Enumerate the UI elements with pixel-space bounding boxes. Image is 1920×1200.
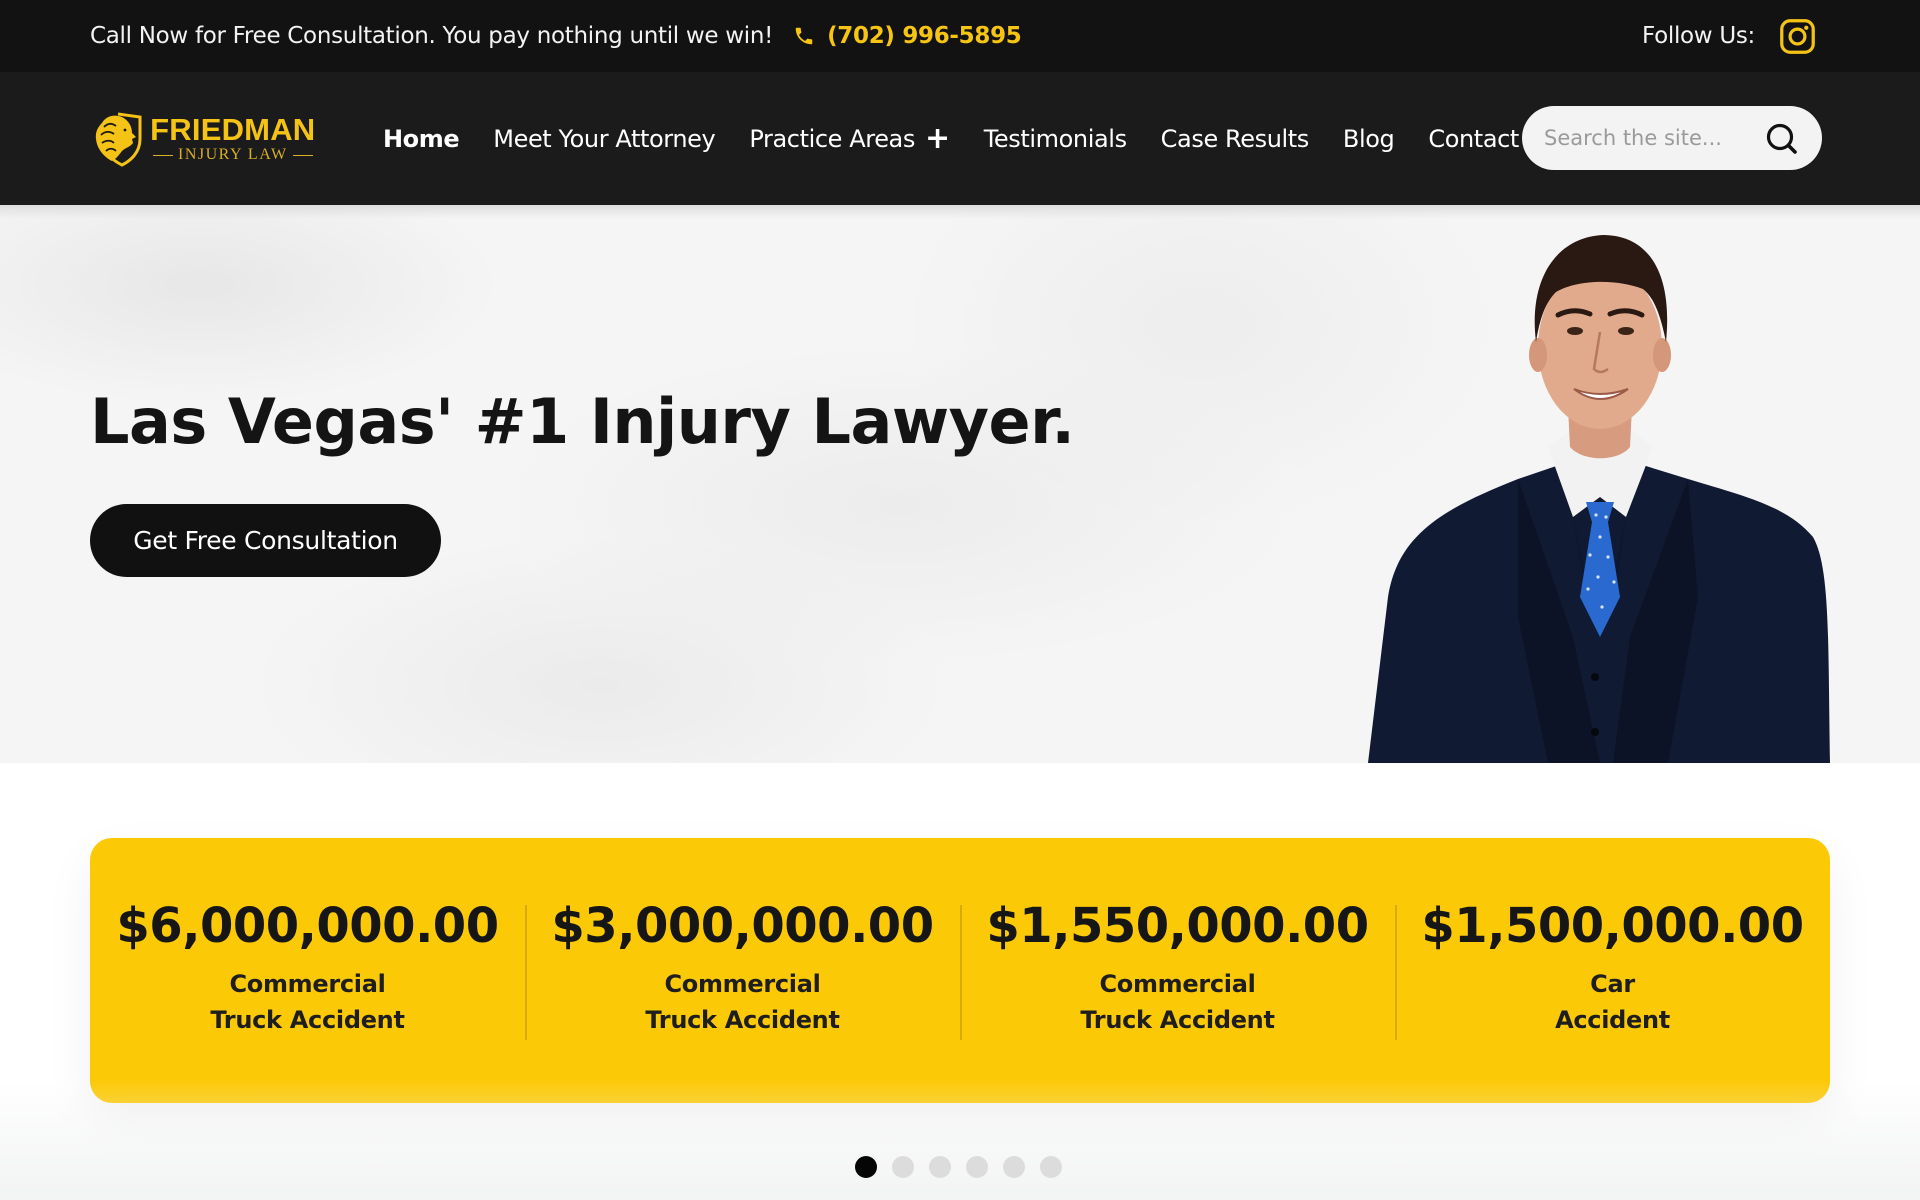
result-case-type-line2: Accident xyxy=(1555,1006,1670,1034)
carousel-dot-3[interactable] xyxy=(929,1156,951,1178)
follow-us: Follow Us: xyxy=(1642,0,1816,72)
result-item[interactable]: $6,000,000.00 Commercial Truck Accident xyxy=(90,838,525,1103)
result-item[interactable]: $1,550,000.00 Commercial Truck Accident xyxy=(960,838,1395,1103)
instagram-icon[interactable] xyxy=(1779,18,1816,55)
phone-icon xyxy=(795,27,813,45)
get-free-consultation-button[interactable]: Get Free Consultation xyxy=(90,504,441,577)
phone-number: (702) 996-5895 xyxy=(827,23,1022,49)
plus-icon[interactable]: + xyxy=(925,123,950,154)
nav-item-blog[interactable]: Blog xyxy=(1342,124,1395,153)
search-input[interactable] xyxy=(1544,126,1754,150)
callout-text: Call Now for Free Consultation. You pay … xyxy=(90,23,774,49)
nav-item-testimonials[interactable]: Testimonials xyxy=(984,125,1127,153)
nav-item-meet-your-attorney[interactable]: Meet Your Attorney xyxy=(493,125,715,153)
carousel-dot-5[interactable] xyxy=(1003,1156,1025,1178)
result-case-type-line1: Commercial xyxy=(664,970,821,998)
carousel-dot-2[interactable] xyxy=(892,1156,914,1178)
result-case-type-line1: Commercial xyxy=(229,970,386,998)
main-navbar: FRIEDMAN INJURY LAW Home Meet Your Attor… xyxy=(0,72,1920,205)
case-results-card: $6,000,000.00 Commercial Truck Accident … xyxy=(90,838,1830,1103)
result-amount: $3,000,000.00 xyxy=(551,898,934,954)
logo-wordmark: FRIEDMAN INJURY LAW xyxy=(148,114,318,164)
follow-label: Follow Us: xyxy=(1641,23,1755,49)
result-case-type: Commercial Truck Accident xyxy=(1080,966,1275,1038)
section-fade xyxy=(0,1080,1920,1200)
tagline-rule-right xyxy=(292,154,313,156)
nav-label: Practice Areas xyxy=(749,124,915,153)
result-amount: $6,000,000.00 xyxy=(116,898,499,954)
carousel-dot-4[interactable] xyxy=(966,1156,988,1178)
result-case-type-line2: Truck Accident xyxy=(1080,1006,1275,1034)
result-item[interactable]: $1,500,000.00 Car Accident xyxy=(1395,838,1830,1103)
primary-nav: Home Meet Your Attorney Practice Areas + … xyxy=(383,72,1553,205)
result-case-type-line1: Car xyxy=(1590,970,1635,998)
result-case-type: Commercial Truck Accident xyxy=(210,966,405,1038)
hero-headline: Las Vegas' #1 Injury Lawyer. xyxy=(90,385,1075,458)
top-bar: Call Now for Free Consultation. You pay … xyxy=(0,0,1920,72)
nav-item-case-results[interactable]: Case Results xyxy=(1160,124,1310,153)
result-amount: $1,500,000.00 xyxy=(1421,898,1804,954)
result-case-type: Commercial Truck Accident xyxy=(645,966,840,1038)
nav-label: Contact xyxy=(1428,124,1519,153)
nav-label: Meet Your Attorney xyxy=(493,124,716,153)
result-case-type: Car Accident xyxy=(1555,966,1670,1038)
carousel-dot-6[interactable] xyxy=(1040,1156,1062,1178)
site-logo[interactable]: FRIEDMAN INJURY LAW xyxy=(92,110,318,168)
lion-shield-icon xyxy=(95,112,142,167)
nav-label: Blog xyxy=(1342,124,1395,153)
result-case-type-line2: Truck Accident xyxy=(645,1006,840,1034)
site-search xyxy=(1522,106,1822,170)
brand-tagline-row: INJURY LAW xyxy=(148,146,318,164)
nav-label: Case Results xyxy=(1160,124,1310,153)
phone-link[interactable]: (702) 996-5895 xyxy=(793,23,1022,49)
attorney-portrait xyxy=(1368,235,1830,763)
result-case-type-line2: Truck Accident xyxy=(210,1006,405,1034)
brand-name: FRIEDMAN xyxy=(150,112,316,147)
nav-item-practice-areas[interactable]: Practice Areas + xyxy=(749,123,950,154)
result-amount: $1,550,000.00 xyxy=(986,898,1369,954)
consultation-callout: Call Now for Free Consultation. You pay … xyxy=(90,0,1022,72)
search-icon[interactable] xyxy=(1764,121,1800,157)
nav-item-home[interactable]: Home xyxy=(383,124,460,153)
nav-item-contact[interactable]: Contact xyxy=(1428,125,1519,153)
result-item[interactable]: $3,000,000.00 Commercial Truck Accident xyxy=(525,838,960,1103)
nav-label: Testimonials xyxy=(983,124,1127,153)
brand-tagline: INJURY LAW xyxy=(178,146,288,163)
carousel-dot-1[interactable] xyxy=(855,1156,877,1178)
nav-label: Home xyxy=(383,124,460,153)
tagline-rule-left xyxy=(153,154,173,156)
hero-section: Las Vegas' #1 Injury Lawyer. Get Free Co… xyxy=(0,205,1920,763)
result-case-type-line1: Commercial xyxy=(1099,970,1256,998)
carousel-pagination xyxy=(855,1156,1077,1178)
